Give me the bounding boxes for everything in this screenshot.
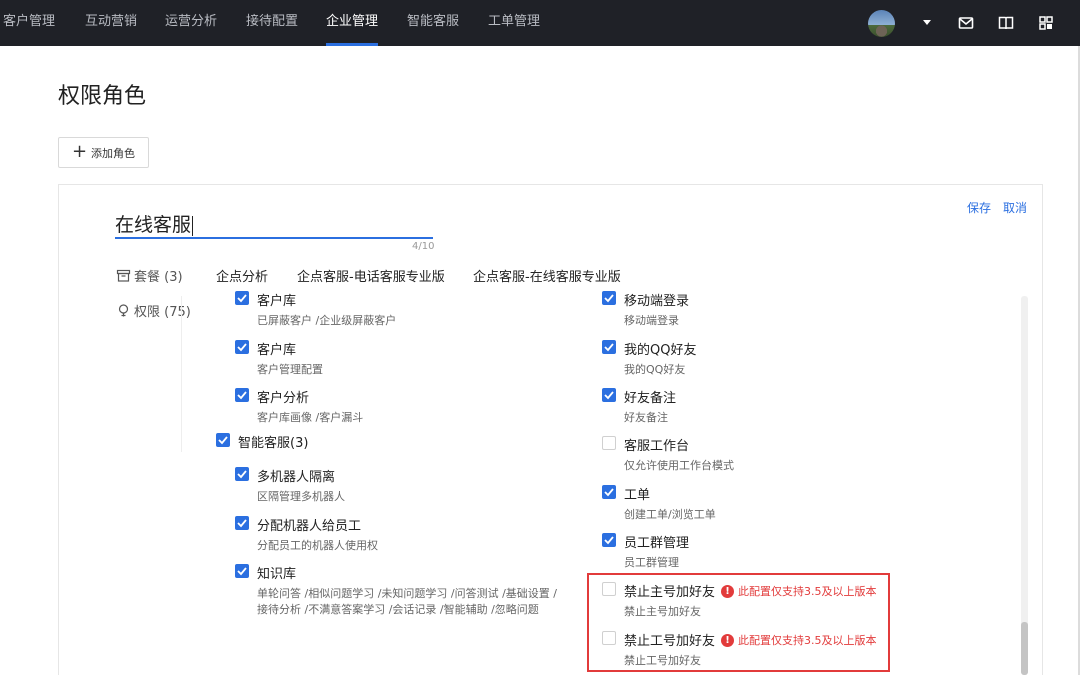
permission-checkbox[interactable]: [235, 516, 249, 530]
check-icon: [604, 391, 614, 400]
highlight-annotation-box: [587, 573, 890, 672]
check-icon: [237, 519, 247, 528]
bulb-icon: [118, 304, 129, 317]
package-item: 企点客服-电话客服专业版: [297, 270, 445, 285]
check-icon: [604, 343, 614, 352]
add-role-label: 添加角色: [91, 146, 136, 160]
permission-desc: 客户管理配置: [257, 363, 323, 376]
scrollbar-thumb[interactable]: [1021, 622, 1028, 675]
permission-label: 知识库: [257, 567, 297, 582]
package-tab[interactable]: 套餐 (3): [116, 266, 183, 285]
permission-label: 客户分析: [257, 391, 310, 406]
permission-desc: 单轮问答 /相似问题学习 /未知问题学习 /问答测试 /基础设置 /: [257, 587, 558, 600]
permission-label: 客服工作台: [624, 439, 690, 454]
role-name-input[interactable]: 在线客服: [115, 210, 194, 237]
text-cursor: [192, 215, 194, 236]
save-button[interactable]: 保存: [967, 199, 991, 216]
permission-desc: 分配员工的机器人使用权: [257, 539, 378, 552]
permission-label: 我的QQ好友: [624, 343, 697, 358]
role-editor-card: [58, 184, 1043, 675]
nav-tab-operation-analysis[interactable]: 运营分析: [165, 0, 217, 46]
permission-label: 客户库: [257, 294, 297, 309]
mail-icon[interactable]: [957, 14, 975, 32]
permission-label: 员工群管理: [624, 536, 690, 551]
check-icon: [237, 391, 247, 400]
package-box-icon: [116, 269, 131, 282]
permission-desc: 客户库画像 /客户漏斗: [257, 411, 364, 424]
nav-tab-reception-config[interactable]: 接待配置: [246, 0, 298, 46]
permission-desc: 已屏蔽客户 /企业级屏蔽客户: [257, 314, 397, 327]
apps-grid-icon[interactable]: [1037, 14, 1055, 32]
permission-checkbox[interactable]: [602, 340, 616, 354]
page-title: 权限角色: [58, 84, 147, 109]
nav-tab-smart-service[interactable]: 智能客服: [407, 0, 459, 46]
check-icon: [604, 488, 614, 497]
chevron-down-icon[interactable]: [921, 14, 933, 32]
avatar[interactable]: [868, 10, 895, 37]
permission-label: 客户库: [257, 343, 297, 358]
nav-tab-interactive-marketing[interactable]: 互动营销: [85, 0, 137, 46]
nav-tab-ticket-management[interactable]: 工单管理: [488, 0, 540, 46]
book-icon[interactable]: [997, 14, 1015, 32]
permission-checkbox[interactable]: [235, 388, 249, 402]
permission-desc: 员工群管理: [624, 556, 679, 569]
permission-label: 多机器人隔离: [257, 470, 336, 485]
check-icon: [237, 470, 247, 479]
package-tab-label: 套餐 (3): [134, 270, 183, 285]
check-icon: [237, 343, 247, 352]
check-icon: [604, 536, 614, 545]
add-role-button[interactable]: + 添加角色: [58, 137, 149, 168]
permission-desc: 我的QQ好友: [624, 363, 686, 376]
role-name-value: 在线客服: [115, 214, 192, 236]
scrollbar-track[interactable]: [1021, 296, 1028, 675]
check-icon: [218, 436, 228, 445]
permission-checkbox[interactable]: [235, 564, 249, 578]
permission-desc: 好友备注: [624, 411, 668, 424]
permission-desc-line2: 接待分析 /不满意答案学习 /会话记录 /智能辅助 /忽略问题: [257, 603, 539, 616]
permission-checkbox[interactable]: [235, 340, 249, 354]
check-icon: [237, 567, 247, 576]
permission-checkbox[interactable]: [235, 291, 249, 305]
char-counter: 4/10: [412, 241, 435, 252]
cancel-button[interactable]: 取消: [1003, 199, 1027, 216]
permission-label: 分配机器人给员工: [257, 519, 362, 534]
package-item: 企点分析: [216, 270, 269, 285]
group-checkbox-smart-service[interactable]: [216, 433, 230, 447]
list-item: 客户库 已屏蔽客户 /企业级屏蔽客户: [181, 290, 601, 328]
plus-icon: +: [71, 140, 88, 162]
permission-desc: 仅允许使用工作台模式: [624, 459, 734, 472]
permission-checkbox[interactable]: [602, 436, 616, 450]
permission-checkbox[interactable]: [602, 388, 616, 402]
role-name-underline: [115, 237, 433, 239]
permission-label: 移动端登录: [624, 294, 690, 309]
top-nav-bar: 客户管理 互动营销 运营分析 接待配置 企业管理 智能客服 工单管理: [0, 0, 1080, 46]
nav-tab-customer-management[interactable]: 客户管理: [3, 0, 55, 46]
permission-label: 好友备注: [624, 391, 677, 406]
nav-tab-enterprise-management[interactable]: 企业管理: [326, 0, 379, 46]
check-icon: [604, 294, 614, 303]
check-icon: [237, 294, 247, 303]
permission-tab[interactable]: 权限 (75): [116, 301, 191, 320]
permission-desc: 移动端登录: [624, 314, 679, 327]
permission-checkbox[interactable]: [602, 533, 616, 547]
list-item: 移动端登录 移动端登录: [590, 290, 1010, 328]
permission-group-label: 智能客服(3): [238, 436, 309, 451]
permission-desc: 创建工单/浏览工单: [624, 508, 716, 521]
permission-desc: 区隔管理多机器人: [257, 490, 345, 503]
package-item: 企点客服-在线客服专业版: [473, 270, 621, 285]
permission-checkbox[interactable]: [235, 467, 249, 481]
permission-checkbox[interactable]: [602, 291, 616, 305]
permission-label: 工单: [624, 488, 651, 503]
permission-checkbox[interactable]: [602, 485, 616, 499]
